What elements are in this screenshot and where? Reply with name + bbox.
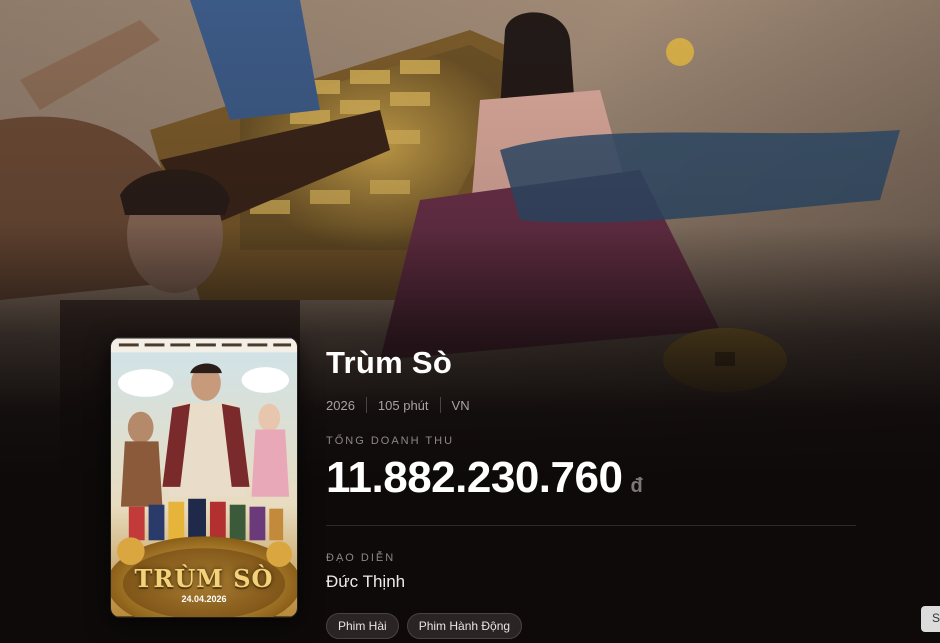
movie-title: Trùm Sò	[326, 345, 453, 380]
side-action-button[interactable]: S	[921, 606, 940, 632]
movie-info-panel: Trùm Sò 2026 105 phút VN TỔNG DOANH THU …	[326, 345, 856, 639]
revenue-display: 11.882.230.760 đ	[326, 453, 856, 503]
revenue-currency: đ	[630, 475, 643, 497]
movie-year: 2026	[326, 397, 355, 413]
poster-title-art: TRÙM SÒ	[134, 564, 274, 593]
revenue-amount: 11.882.230.760	[326, 453, 623, 502]
movie-country: VN	[451, 397, 470, 413]
genre-list: Phim Hài Phim Hành Động	[326, 613, 856, 639]
meta-divider	[439, 397, 441, 413]
meta-divider	[365, 397, 367, 413]
revenue-label: TỔNG DOANH THU	[326, 435, 455, 447]
genre-chip[interactable]: Phim Hành Động	[406, 613, 523, 639]
movie-poster[interactable]: TRÙM SÒ 24.04.2026	[110, 337, 298, 618]
poster-release-date: 24.04.2026	[181, 594, 227, 604]
director-name: Đức Thịnh	[326, 572, 406, 591]
movie-meta: 2026 105 phút VN	[326, 397, 856, 413]
genre-chip[interactable]: Phim Hài	[326, 613, 399, 639]
movie-duration: 105 phút	[377, 397, 429, 413]
section-divider	[326, 525, 856, 526]
director-label: ĐẠO DIỄN	[326, 552, 396, 564]
